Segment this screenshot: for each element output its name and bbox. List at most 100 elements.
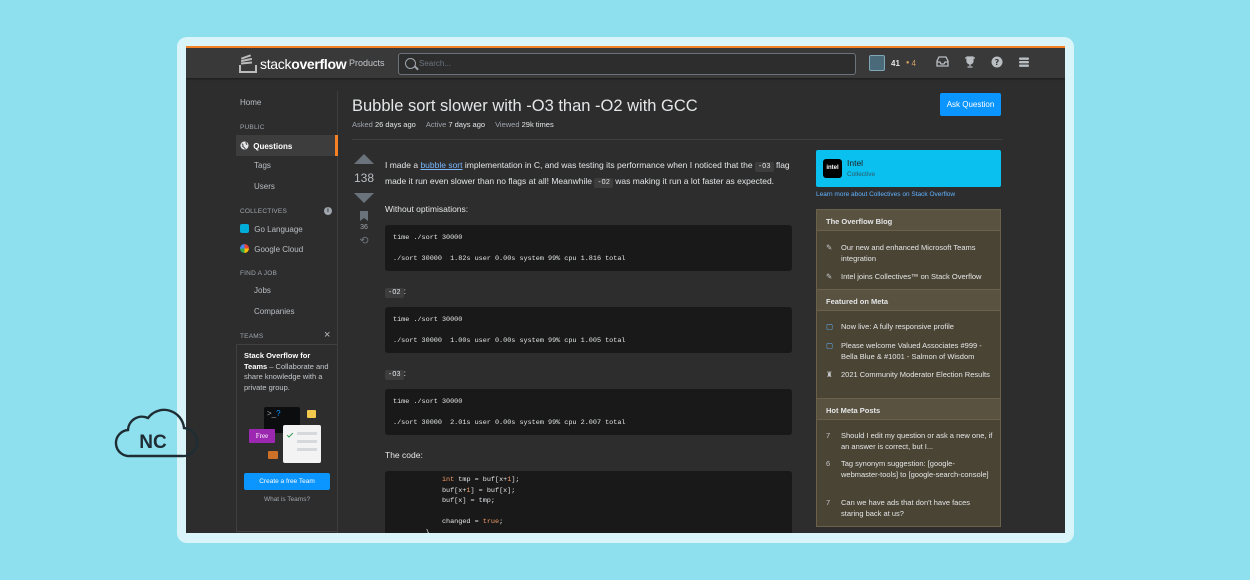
close-icon[interactable]: × <box>324 329 330 341</box>
inbox-icon[interactable] <box>936 56 950 70</box>
search-placeholder: Search... <box>419 59 452 68</box>
downvote-icon[interactable] <box>354 193 374 203</box>
pencil-icon: ✎ <box>826 272 833 281</box>
source-code-block: int tmp = buf[x+1]; buf[x+1] = buf[x]; b… <box>385 471 792 533</box>
avatar-icon[interactable] <box>869 55 885 71</box>
browser-viewport: stack overflow Products Search... 41 ● 4 ? <box>186 46 1065 533</box>
inline-code: -O3 <box>385 370 404 380</box>
logo-text-bold: overflow <box>291 56 347 72</box>
viewed-label: Viewed <box>495 120 520 129</box>
code-line: changed = true; <box>393 518 504 526</box>
o3-label: -O3: <box>385 368 406 380</box>
question-meta: Asked 26 days ago Active 7 days ago View… <box>352 120 554 129</box>
learn-collectives-link[interactable]: Learn more about Collectives on Stack Ov… <box>816 191 955 198</box>
collective-sub: Collective <box>847 171 876 178</box>
svg-text:?: ? <box>995 58 1000 67</box>
nav-questions[interactable]: Questions <box>236 135 338 156</box>
nc-text: NC <box>139 432 167 453</box>
google-cloud-label: Google Cloud <box>254 245 304 254</box>
body-text: was making it run a lot faster as expect… <box>612 175 775 186</box>
products-menu[interactable]: Products <box>349 58 385 68</box>
chat-bubble-icon <box>307 410 316 418</box>
code-block: time ./sort 30000 ./sort 30000 1.00s use… <box>385 307 792 353</box>
chat-icon: ▢ <box>826 341 834 350</box>
question-title[interactable]: Bubble sort slower with -O3 than -O2 wit… <box>352 97 698 116</box>
help-icon[interactable]: ? <box>990 56 1004 70</box>
nav-tags[interactable]: Tags <box>254 161 271 170</box>
top-bar: stack overflow Products Search... 41 ● 4 ? <box>186 46 1065 78</box>
teams-promo: Stack Overflow for Teams – Collaborate a… <box>236 344 337 532</box>
active-label: Active <box>425 120 447 129</box>
teams-illustration: >_? Free <box>247 403 331 467</box>
nav-collective-go[interactable]: Go Language <box>240 224 303 234</box>
collective-name: Intel <box>847 158 864 168</box>
nav-home[interactable]: Home <box>240 98 261 107</box>
meta-item-label: Now live: A fully responsive profile <box>841 322 954 331</box>
hot-meta-count: 7 <box>826 431 831 440</box>
intel-logo: intel <box>823 159 842 178</box>
collectives-heading: COLLECTIVES <box>240 208 287 215</box>
search-input[interactable]: Search... <box>398 53 856 75</box>
code-line: buf[x] = tmp; <box>393 497 495 505</box>
info-icon[interactable]: i <box>324 207 332 215</box>
free-badge: Free <box>249 429 275 443</box>
left-sidebar: Home PUBLIC Questions Tags Users COLLECT… <box>236 91 338 533</box>
hot-meta-label: Should I edit my question or ask a new o… <box>841 431 993 451</box>
create-team-button[interactable]: Create a free Team <box>244 473 330 490</box>
checklist-card <box>283 425 321 463</box>
bronze-badge-count: 4 <box>911 58 916 68</box>
find-job-heading: FIND A JOB <box>240 270 278 277</box>
ask-question-button[interactable]: Ask Question <box>940 93 1001 116</box>
nav-jobs[interactable]: Jobs <box>254 286 271 295</box>
question-body: I made a bubble sort implementation in C… <box>385 159 793 190</box>
body-text: implementation in C, and was testing its… <box>462 160 755 170</box>
meta-item-label: Please welcome Valued Associates #999 - … <box>841 341 982 361</box>
asked-label: Asked <box>352 120 373 129</box>
header-divider <box>352 139 1002 140</box>
asked-value: 26 days ago <box>374 120 416 129</box>
stack-logo-icon <box>239 53 257 73</box>
hot-meta-count: 7 <box>826 498 831 507</box>
bubble-sort-link[interactable]: bubble sort <box>420 160 462 170</box>
chat-icon: ▢ <box>826 322 834 331</box>
body-text: I made a <box>385 160 421 170</box>
bronze-badge-icon: ● <box>905 60 910 66</box>
go-language-label: Go Language <box>254 225 303 234</box>
google-cloud-icon <box>240 244 249 253</box>
screenshot-frame: stack overflow Products Search... 41 ● 4 ? <box>177 37 1074 543</box>
intel-collective-card[interactable]: intel Intel Collective <box>816 150 1001 187</box>
election-icon: ♜ <box>826 370 833 379</box>
overflow-blog-widget: The Overflow Blog ✎ Our new and enhanced … <box>816 209 1001 527</box>
chat-bubble-icon-2 <box>268 451 278 459</box>
teams-promo-text: Stack Overflow for Teams – Collaborate a… <box>244 351 334 393</box>
the-code-label: The code: <box>385 450 423 460</box>
blog-item-label: Intel joins Collectives™ on Stack Overfl… <box>841 272 982 281</box>
what-is-teams-link[interactable]: What is Teams? <box>237 496 337 503</box>
stackoverflow-logo[interactable]: stack overflow <box>239 53 347 73</box>
upvote-icon[interactable] <box>354 154 374 164</box>
hot-meta-label: Tag synonym suggestion: [google-webmaste… <box>841 459 989 479</box>
without-opt-label: Without optimisations: <box>385 204 469 214</box>
meta-heading: Featured on Meta <box>817 289 1000 311</box>
trophy-icon[interactable] <box>963 56 977 70</box>
search-icon <box>405 58 416 69</box>
site-switcher-icon[interactable] <box>1017 56 1031 70</box>
active-value[interactable]: 7 days ago <box>448 120 485 129</box>
nav-companies[interactable]: Companies <box>254 307 294 316</box>
nav-questions-label: Questions <box>253 142 293 151</box>
history-icon[interactable]: ⟲ <box>352 234 376 247</box>
nc-cloud-logo: NC <box>112 404 204 469</box>
nav-users[interactable]: Users <box>254 182 275 191</box>
blog-heading: The Overflow Blog <box>817 209 1000 231</box>
vote-cell: 138 36 ⟲ <box>352 154 376 247</box>
go-language-icon <box>240 224 249 233</box>
code-line: int tmp = buf[x+1]; <box>441 476 520 484</box>
vote-score: 138 <box>353 171 375 185</box>
hot-meta-label: Can we have ads that don't have faces st… <box>841 498 971 518</box>
public-heading: PUBLIC <box>240 124 265 131</box>
code-block: time ./sort 30000 ./sort 30000 1.82s use… <box>385 225 792 271</box>
bookmark-icon[interactable] <box>360 211 368 221</box>
nav-collective-gcloud[interactable]: Google Cloud <box>240 244 303 254</box>
teams-heading: TEAMS <box>240 333 264 340</box>
